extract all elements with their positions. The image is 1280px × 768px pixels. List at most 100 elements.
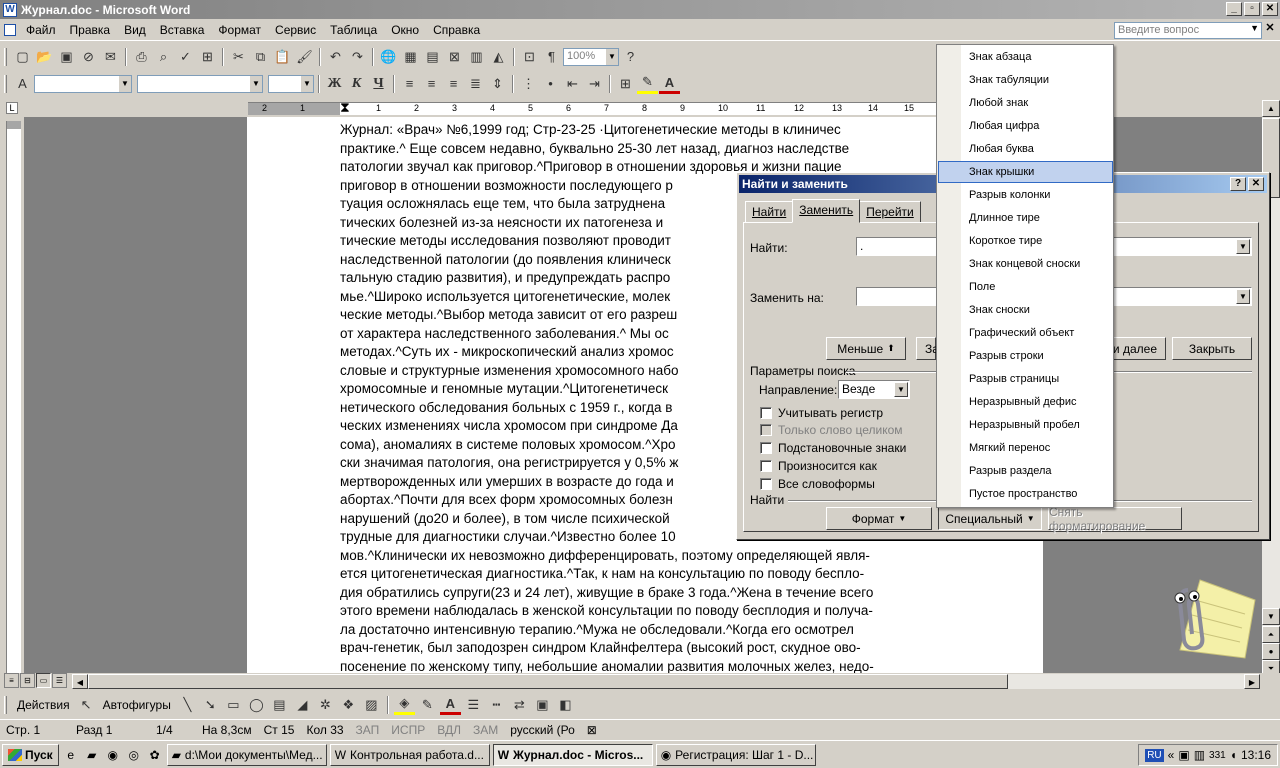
font-color-draw-icon[interactable]: A bbox=[439, 694, 461, 715]
draw-actions-menu[interactable]: Действия bbox=[13, 698, 74, 712]
language-indicator[interactable]: RU bbox=[1145, 748, 1164, 762]
align-right-icon[interactable]: ≡ bbox=[443, 73, 464, 94]
status-language[interactable]: русский (Ро bbox=[504, 723, 581, 737]
bullets-icon[interactable]: • bbox=[540, 73, 561, 94]
wildcards-checkbox[interactable]: Подстановочные знаки bbox=[760, 441, 906, 455]
style-select[interactable]: ▼ bbox=[34, 74, 132, 93]
less-button[interactable]: Меньше ⬆ bbox=[826, 337, 906, 360]
ask-dropdown-icon[interactable]: ▼ bbox=[1250, 23, 1259, 33]
icq-icon[interactable]: ✿ bbox=[146, 746, 164, 764]
menu-view[interactable]: Вид bbox=[117, 21, 153, 39]
menu-file[interactable]: Файл bbox=[19, 21, 63, 39]
styles-icon[interactable]: A bbox=[12, 73, 33, 94]
close-dialog-button[interactable]: Закрыть bbox=[1172, 337, 1252, 360]
status-track[interactable]: ИСПР bbox=[385, 723, 431, 737]
tray-network-icon[interactable]: ▥ bbox=[1194, 748, 1205, 762]
tab-replace[interactable]: Заменить bbox=[792, 199, 861, 223]
textbox-icon[interactable]: ▤ bbox=[269, 694, 290, 715]
start-button[interactable]: Пуск bbox=[2, 743, 59, 766]
menu-window[interactable]: Окно bbox=[384, 21, 426, 39]
vertical-ruler[interactable] bbox=[6, 121, 21, 673]
checkbox-box[interactable] bbox=[760, 478, 772, 490]
dash-style-icon[interactable]: ┅ bbox=[486, 694, 507, 715]
align-center-icon[interactable]: ≡ bbox=[421, 73, 442, 94]
horizontal-scroll-thumb[interactable] bbox=[88, 674, 1008, 689]
status-record[interactable]: ЗАП bbox=[350, 723, 386, 737]
line-style-icon[interactable]: ☰ bbox=[463, 694, 484, 715]
toolbar-grip[interactable] bbox=[4, 47, 7, 66]
clipart-icon[interactable]: ❖ bbox=[338, 694, 359, 715]
redo-icon[interactable]: ↷ bbox=[347, 46, 368, 67]
menu-format[interactable]: Формат bbox=[211, 21, 268, 39]
select-objects-icon[interactable]: ↖ bbox=[76, 694, 97, 715]
print-layout-icon[interactable]: ▭ bbox=[36, 673, 51, 688]
tray-clock[interactable]: 13:16 bbox=[1241, 748, 1271, 762]
insert-excel-icon[interactable]: ⊠ bbox=[444, 46, 465, 67]
print-preview-icon[interactable]: ⌕ bbox=[153, 46, 174, 67]
align-left-icon[interactable]: ≡ bbox=[399, 73, 420, 94]
menu-item-nonbreaking-space[interactable]: Неразрывный пробел bbox=[938, 414, 1113, 436]
research-icon[interactable]: ⊞ bbox=[197, 46, 218, 67]
media-icon[interactable]: ◎ bbox=[125, 746, 143, 764]
zoom-select[interactable]: 100% ▼ bbox=[563, 47, 619, 66]
dialog-help-button[interactable]: ? bbox=[1230, 177, 1246, 191]
tab-goto[interactable]: Перейти bbox=[859, 201, 921, 223]
hyperlink-icon[interactable]: 🌐 bbox=[378, 46, 399, 67]
replace-button[interactable]: За bbox=[916, 337, 939, 360]
drawing-icon[interactable]: ◭ bbox=[488, 46, 509, 67]
scroll-right-icon[interactable]: ▶ bbox=[1244, 674, 1260, 689]
menu-table[interactable]: Таблица bbox=[323, 21, 384, 39]
menu-item-graphic[interactable]: Графический объект bbox=[938, 322, 1113, 344]
justify-icon[interactable]: ≣ bbox=[465, 73, 486, 94]
task-word-control[interactable]: W Контрольная работа.d... bbox=[329, 743, 490, 766]
font-color-icon[interactable]: A bbox=[659, 73, 680, 94]
menu-item-white-space[interactable]: Пустое пространство bbox=[938, 483, 1113, 505]
bold-button[interactable]: Ж bbox=[324, 73, 345, 94]
tray-count[interactable]: 331 bbox=[1209, 750, 1226, 761]
italic-button[interactable]: К bbox=[346, 73, 367, 94]
format-painter-icon[interactable]: 🖌 bbox=[294, 46, 315, 67]
menu-item-nonbreaking-hyphen[interactable]: Неразрывный дефис bbox=[938, 391, 1113, 413]
ask-question-input[interactable]: Введите вопрос ▼ bbox=[1114, 22, 1262, 39]
open-folder-icon[interactable]: 📂 bbox=[34, 46, 55, 67]
shadow-icon[interactable]: ▣ bbox=[532, 694, 553, 715]
menu-insert[interactable]: Вставка bbox=[153, 21, 212, 39]
tables-borders-icon[interactable]: ▦ bbox=[400, 46, 421, 67]
help-icon[interactable]: ? bbox=[620, 46, 641, 67]
copy-icon[interactable]: ⧉ bbox=[250, 46, 271, 67]
print-icon[interactable]: ⎙ bbox=[131, 46, 152, 67]
horizontal-scrollbar[interactable]: ≡ ⊟ ▭ ☰ ◀ ▶ bbox=[0, 673, 1280, 690]
undo-icon[interactable]: ↶ bbox=[325, 46, 346, 67]
arrow-icon[interactable]: ➘ bbox=[200, 694, 221, 715]
menu-item-any-character[interactable]: Любой знак bbox=[938, 92, 1113, 114]
menu-item-en-dash[interactable]: Короткое тире bbox=[938, 230, 1113, 252]
borders-icon[interactable]: ⊞ bbox=[615, 73, 636, 94]
underline-button[interactable]: Ч bbox=[368, 73, 389, 94]
menu-item-optional-hyphen[interactable]: Мягкий перенос bbox=[938, 437, 1113, 459]
normal-view-icon[interactable]: ≡ bbox=[4, 673, 19, 688]
numbering-icon[interactable]: ⋮ bbox=[518, 73, 539, 94]
maximize-button[interactable]: ▫ bbox=[1244, 2, 1260, 16]
format-button[interactable]: Формат ▼ bbox=[826, 507, 932, 530]
spelling-icon[interactable]: ✓ bbox=[175, 46, 196, 67]
rectangle-icon[interactable]: ▭ bbox=[223, 694, 244, 715]
fill-color-icon[interactable]: ◈ bbox=[393, 694, 415, 715]
special-button[interactable]: Специальный ▼ bbox=[938, 507, 1042, 530]
insert-table-icon[interactable]: ▤ bbox=[422, 46, 443, 67]
picture-icon[interactable]: ▨ bbox=[361, 694, 382, 715]
menu-item-page-break[interactable]: Разрыв страницы bbox=[938, 368, 1113, 390]
font-size-select[interactable]: ▼ bbox=[268, 74, 314, 93]
match-case-checkbox[interactable]: Учитывать регистр bbox=[760, 406, 883, 420]
menu-item-caret[interactable]: Знак крышки bbox=[938, 161, 1113, 183]
sounds-like-checkbox[interactable]: Произносится как bbox=[760, 459, 877, 473]
menu-item-any-letter[interactable]: Любая буква bbox=[938, 138, 1113, 160]
increase-indent-icon[interactable]: ⇥ bbox=[584, 73, 605, 94]
task-browser[interactable]: ◉ Регистрация: Шаг 1 - D... bbox=[655, 743, 816, 766]
tab-selector-icon[interactable]: L bbox=[6, 102, 18, 114]
previous-page-icon[interactable]: ⏶ bbox=[1262, 626, 1280, 643]
minimize-button[interactable]: _ bbox=[1226, 2, 1242, 16]
checkbox-box[interactable] bbox=[760, 442, 772, 454]
permission-icon[interactable]: ⊘ bbox=[78, 46, 99, 67]
line-icon[interactable]: ╲ bbox=[177, 694, 198, 715]
menu-item-column-break[interactable]: Разрыв колонки bbox=[938, 184, 1113, 206]
